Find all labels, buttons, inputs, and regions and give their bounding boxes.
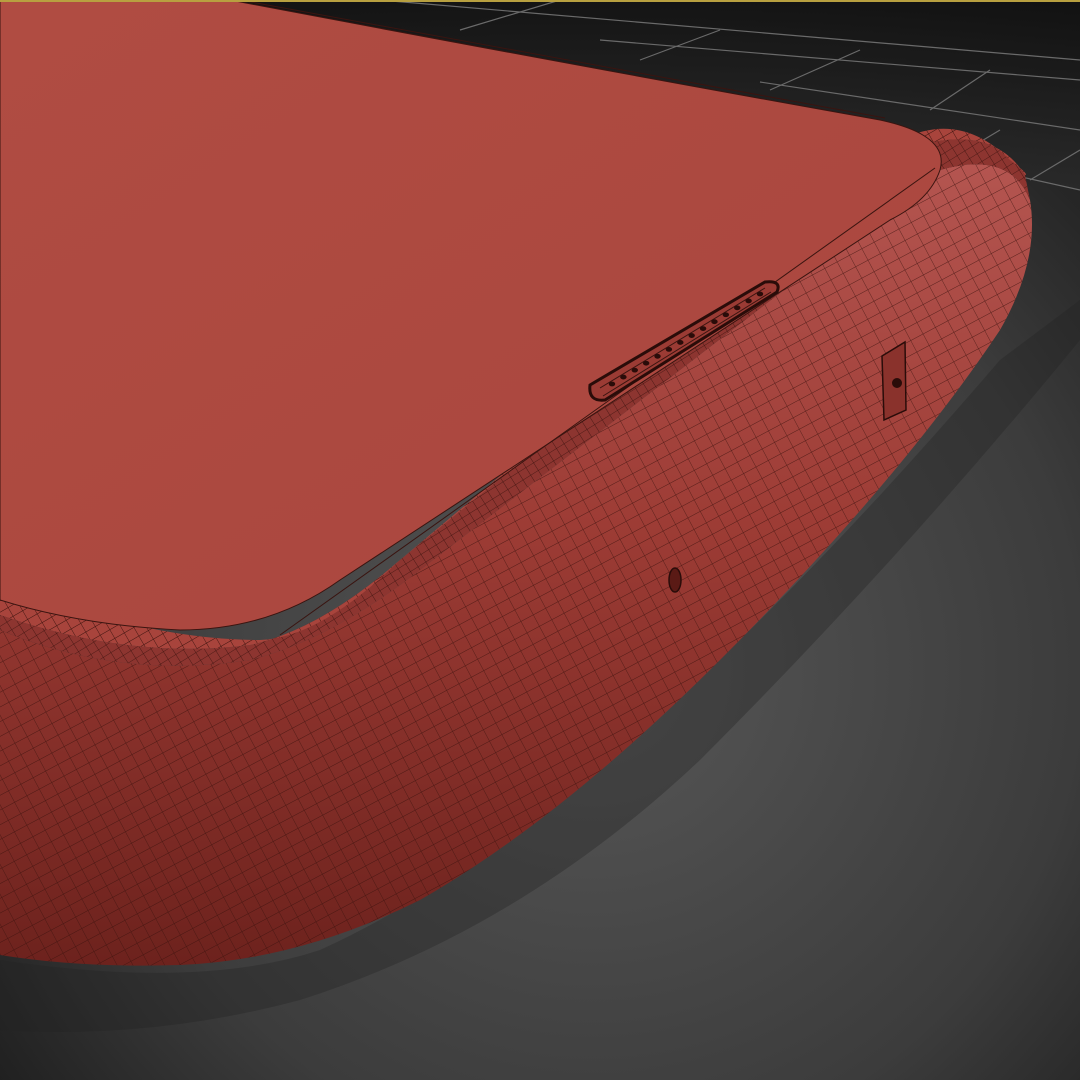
speaker-hole — [677, 340, 684, 345]
speaker-hole — [620, 374, 627, 380]
speaker-hole — [608, 381, 616, 387]
side-hole — [668, 567, 682, 593]
speaker-hole — [711, 319, 718, 325]
speaker-hole — [654, 353, 661, 359]
speaker-hole — [631, 367, 638, 373]
speaker-hole — [722, 312, 730, 318]
speaker-hole — [688, 333, 695, 338]
speaker-hole — [734, 305, 741, 311]
speaker-hole — [745, 298, 752, 304]
speaker-hole — [699, 326, 707, 332]
speaker-hole — [665, 346, 673, 352]
speaker-hole — [642, 360, 650, 366]
3d-viewport[interactable] — [0, 0, 1080, 1080]
viewport-scene[interactable] — [0, 0, 1080, 1080]
speaker-hole — [756, 291, 764, 297]
side-button-dot — [892, 378, 902, 388]
